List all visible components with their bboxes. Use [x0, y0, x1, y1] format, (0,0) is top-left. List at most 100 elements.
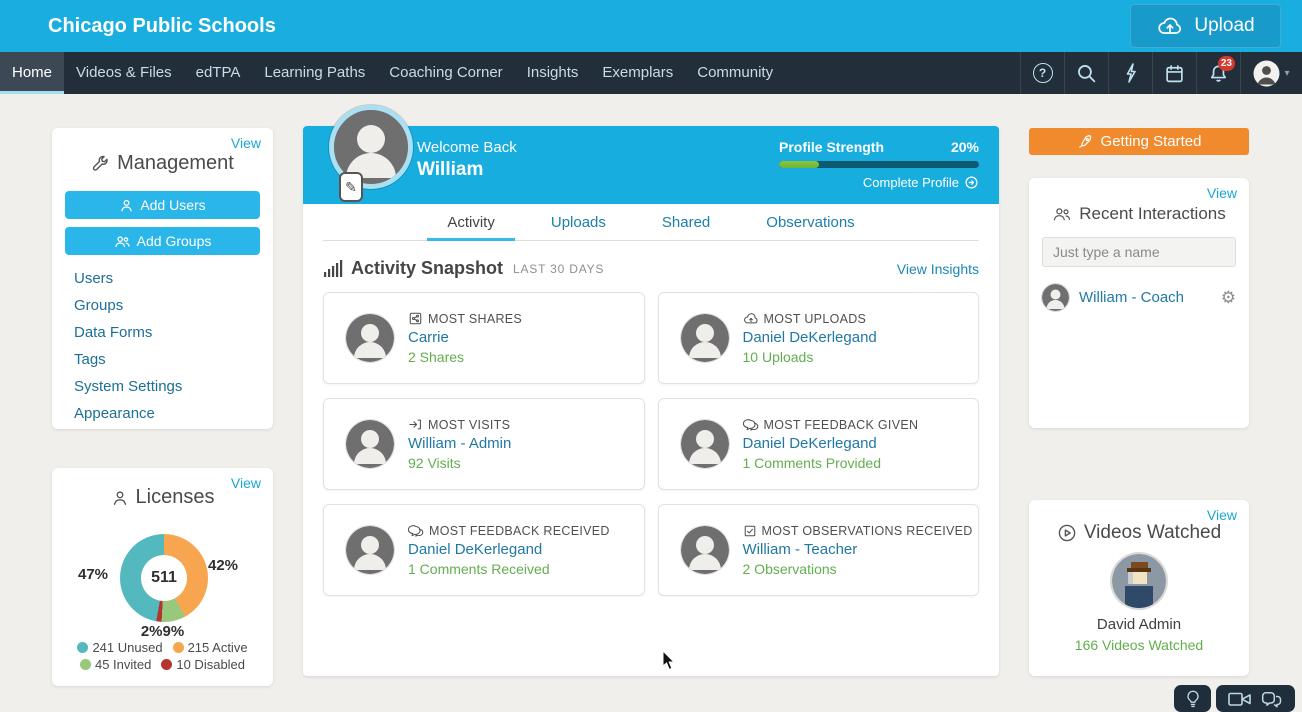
nav-item-home[interactable]: Home — [0, 52, 64, 94]
stat-value: 10 Uploads — [743, 349, 877, 365]
welcome-banner: ✎ Welcome Back William Profile Strength … — [303, 126, 999, 204]
management-view-link[interactable]: View — [231, 135, 261, 151]
tab-shared[interactable]: Shared — [660, 204, 712, 240]
stat-user-link[interactable]: William - Admin — [408, 435, 511, 452]
cloud-upload-icon — [743, 312, 759, 325]
lightbulb-icon — [1184, 688, 1202, 710]
gear-icon[interactable]: ⚙ — [1221, 289, 1236, 306]
quick-actions-button[interactable] — [1108, 52, 1152, 94]
avatar — [1042, 284, 1069, 311]
sidebar-item-groups[interactable]: Groups — [74, 297, 123, 314]
welcome-back-label: Welcome Back — [417, 139, 517, 156]
avatar — [346, 314, 394, 362]
nav-item-learning-paths[interactable]: Learning Paths — [252, 52, 377, 94]
question-icon: ? — [1033, 63, 1053, 83]
recent-user-link[interactable]: William - Coach — [1079, 289, 1211, 306]
pct-active: 42% — [208, 557, 238, 574]
profile-strength-fill — [779, 161, 819, 168]
pencil-icon: ✎ — [345, 179, 357, 196]
stat-user-link[interactable]: Daniel DeKerlegand — [408, 541, 610, 558]
tips-button[interactable] — [1174, 685, 1211, 712]
add-users-label: Add Users — [140, 197, 205, 213]
video-chat-button[interactable] — [1216, 685, 1295, 712]
nav-item-community[interactable]: Community — [685, 52, 785, 94]
stat-user-link[interactable]: Carrie — [408, 329, 522, 346]
videos-title-row: Videos Watched — [1029, 522, 1249, 544]
recent-view-link[interactable]: View — [1207, 185, 1237, 201]
management-title-row: Management — [52, 152, 273, 175]
person-icon — [119, 198, 134, 213]
activity-snapshot-title: Activity Snapshot — [351, 258, 503, 279]
videos-view-link[interactable]: View — [1207, 507, 1237, 523]
upload-button[interactable]: Upload — [1130, 4, 1281, 48]
profile-strength-widget: Profile Strength 20% Complete Profile — [779, 139, 979, 190]
sidebar-item-tags[interactable]: Tags — [74, 351, 106, 368]
licenses-view-link[interactable]: View — [231, 475, 261, 491]
calendar-button[interactable] — [1152, 52, 1196, 94]
user-first-name: William — [417, 159, 517, 181]
tab-activity[interactable]: Activity — [445, 204, 497, 240]
add-groups-button[interactable]: Add Groups — [65, 227, 260, 255]
people-icon — [1052, 206, 1072, 222]
stat-value: 1 Comments Received — [408, 561, 610, 577]
edit-avatar-button[interactable]: ✎ — [339, 172, 363, 202]
avatar — [681, 420, 729, 468]
stat-user-link[interactable]: William - Teacher — [743, 541, 973, 558]
getting-started-label: Getting Started — [1101, 133, 1202, 150]
add-groups-label: Add Groups — [137, 233, 212, 249]
help-button[interactable]: ? — [1020, 52, 1064, 94]
nav-item-insights[interactable]: Insights — [515, 52, 591, 94]
search-button[interactable] — [1064, 52, 1108, 94]
brand-title: Chicago Public Schools — [48, 0, 276, 52]
notifications-button[interactable]: 23 — [1196, 52, 1240, 94]
arrow-circle-icon — [964, 175, 979, 190]
add-users-button[interactable]: Add Users — [65, 191, 260, 219]
licenses-legend: 241 Unused 215 Active 45 Invited 10 Disa… — [52, 640, 273, 674]
profile-menu-button[interactable]: ▾ — [1240, 52, 1302, 94]
avatar-david — [1112, 554, 1166, 608]
chevron-down-icon: ▾ — [1284, 68, 1289, 79]
videos-title: Videos Watched — [1084, 522, 1221, 544]
getting-started-button[interactable]: Getting Started — [1029, 128, 1249, 155]
activity-snapshot-period: LAST 30 DAYS — [513, 262, 604, 276]
avatar — [346, 420, 394, 468]
licenses-total: 511 — [141, 555, 187, 601]
tab-uploads[interactable]: Uploads — [549, 204, 608, 240]
bar-chart-icon — [323, 260, 343, 278]
complete-profile-link[interactable]: Complete Profile — [779, 175, 979, 190]
wrench-icon — [91, 154, 110, 173]
sidebar-item-data-forms[interactable]: Data Forms — [74, 324, 152, 341]
nav-item-exemplars[interactable]: Exemplars — [590, 52, 685, 94]
tab-observations[interactable]: Observations — [764, 204, 856, 240]
recent-title-row: Recent Interactions — [1029, 204, 1249, 224]
sidebar-item-system-settings[interactable]: System Settings — [74, 378, 182, 395]
legend-active: 215 Active — [173, 640, 248, 655]
stat-user-link[interactable]: Daniel DeKerlegand — [743, 435, 919, 452]
lightning-icon — [1121, 62, 1141, 84]
sidebar-item-appearance[interactable]: Appearance — [74, 405, 155, 422]
legend-disabled: 10 Disabled — [161, 657, 245, 672]
app-window: Chicago Public Schools Upload Home Video… — [0, 0, 1302, 712]
nav-item-edtpa[interactable]: edTPA — [184, 52, 253, 94]
nav-item-coaching-corner[interactable]: Coaching Corner — [377, 52, 514, 94]
licenses-donut: 511 — [120, 534, 208, 622]
pct-bottom-row: 2%9% — [52, 623, 273, 640]
stat-user-link[interactable]: Daniel DeKerlegand — [743, 329, 877, 346]
user-avatar-icon — [1253, 60, 1280, 87]
rocket-icon — [1077, 134, 1093, 150]
pct-invited: 9% — [163, 623, 185, 640]
recent-interaction-row[interactable]: William - Coach ⚙ — [1042, 284, 1236, 311]
avatar — [346, 526, 394, 574]
activity-snapshot-grid: MOST SHARES Carrie 2 Shares MOST UPLOADS… — [323, 292, 979, 596]
avatar — [681, 314, 729, 362]
nav-item-videos-files[interactable]: Videos & Files — [64, 52, 184, 94]
search-name-input[interactable] — [1042, 237, 1236, 267]
stat-card-most-feedback-given: MOST FEEDBACK GIVEN Daniel DeKerlegand 1… — [658, 398, 980, 490]
pct-disabled: 2% — [141, 623, 163, 640]
stat-card-most-visits: MOST VISITS William - Admin 92 Visits — [323, 398, 645, 490]
sidebar-item-users[interactable]: Users — [74, 270, 113, 287]
view-insights-link[interactable]: View Insights — [897, 261, 979, 277]
stat-value: 1 Comments Provided — [743, 455, 919, 471]
management-links: Users Groups Data Forms Tags System Sett… — [74, 265, 273, 427]
stat-card-most-shares: MOST SHARES Carrie 2 Shares — [323, 292, 645, 384]
